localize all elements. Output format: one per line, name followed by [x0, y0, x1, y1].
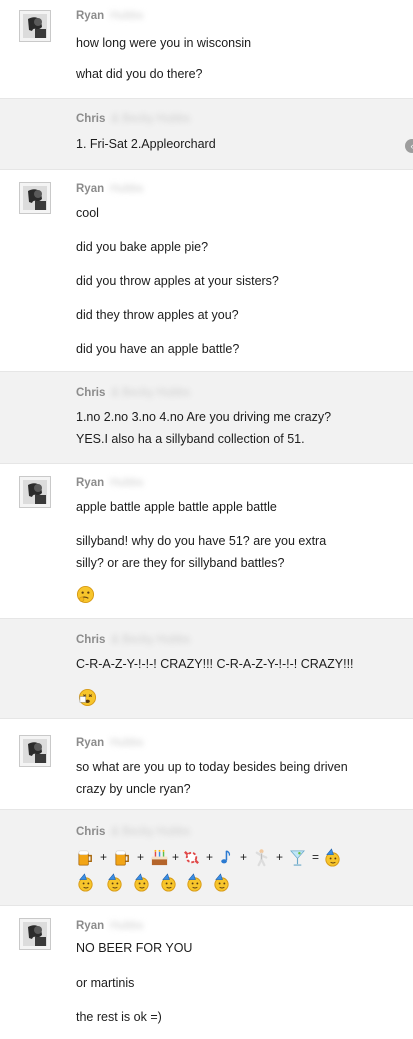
sender-surname-blurred: & Becky Hubbs — [111, 387, 191, 399]
message-ryan: Ryan Hubbs apple battle apple battle appl… — [0, 464, 413, 619]
sender-surname-blurred: Hubbs — [110, 183, 144, 195]
message-line: how long were you in wisconsin — [76, 36, 252, 50]
sender-first-name: Chris — [76, 387, 106, 399]
sender-name: Ryan Hubbs — [76, 477, 143, 489]
sender-name: Chris & Becky Hubbs — [76, 113, 190, 125]
message-line: did you throw apples at your sisters? — [76, 274, 279, 288]
message-line: the rest is ok =) — [76, 1010, 162, 1024]
sender-surname-blurred: Hubbs — [110, 477, 144, 489]
message-line: cool — [76, 206, 99, 220]
sender-name: Chris & Becky Hubbs — [76, 387, 190, 399]
party-face-icon — [132, 873, 151, 892]
sender-name: Ryan Hubbs — [76, 737, 143, 749]
sender-name: Ryan Hubbs — [76, 920, 143, 932]
plus-sign: + — [240, 850, 248, 864]
avatar[interactable] — [19, 182, 51, 214]
sender-surname-blurred: & Becky Hubbs — [111, 113, 191, 125]
sender-first-name: Ryan — [76, 183, 105, 195]
message-line: 1. Fri-Sat 2.Appleorchard — [76, 137, 216, 151]
message-line: C-R-A-Z-Y-!-!-! CRAZY!!! C-R-A-Z-Y-!-!-!… — [76, 657, 354, 671]
sender-first-name: Ryan — [76, 10, 105, 22]
message-ryan: Ryan Hubbs NO BEER FOR YOU or martinis th… — [0, 906, 413, 1039]
message-line: YES.I also ha a sillyband collection of … — [76, 432, 305, 446]
message-line: NO BEER FOR YOU — [76, 941, 193, 955]
sender-surname-blurred: & Becky Hubbs — [111, 634, 191, 646]
sender-first-name: Ryan — [76, 477, 105, 489]
party-face-icon — [323, 848, 342, 867]
avatar[interactable] — [19, 476, 51, 508]
equals-sign: = — [312, 850, 320, 864]
message-line: 1.no 2.no 3.no 4.no Are you driving me c… — [76, 410, 332, 424]
avatar[interactable] — [19, 918, 51, 950]
party-face-icon — [76, 873, 95, 892]
message-line: sillyband! why do you have 51? are you e… — [76, 534, 327, 548]
sender-first-name: Ryan — [76, 737, 105, 749]
sender-first-name: Chris — [76, 826, 106, 838]
plus-sign: + — [137, 850, 145, 864]
dancer-icon — [252, 848, 271, 867]
message-thread: Ryan Hubbs how long were you in wisconsin… — [0, 0, 413, 1039]
party-face-icon — [159, 873, 178, 892]
sender-name: Chris & Becky Hubbs — [76, 826, 190, 838]
message-line: what did you do there? — [76, 67, 203, 81]
plus-sign: + — [206, 850, 214, 864]
beer-mug-icon — [113, 848, 132, 867]
party-face-icon — [105, 873, 124, 892]
sender-surname-blurred: Hubbs — [110, 920, 144, 932]
dizzy-face-icon — [78, 688, 97, 707]
party-face-icon — [185, 873, 204, 892]
sender-name: Ryan Hubbs — [76, 10, 143, 22]
message-line: or martinis — [76, 976, 135, 990]
sender-first-name: Ryan — [76, 920, 105, 932]
scroll-indicator-icon[interactable]: ‹ — [405, 139, 413, 153]
message-chris: Chris & Becky Hubbs C-R-A-Z-Y-!-!-! CRAZY… — [0, 619, 413, 719]
message-chris: Chris & Becky Hubbs + + + + + + = — [0, 810, 413, 906]
message-line: did you bake apple pie? — [76, 240, 209, 254]
sender-surname-blurred: & Becky Hubbs — [111, 826, 191, 838]
avatar[interactable] — [19, 10, 51, 42]
sender-first-name: Chris — [76, 113, 106, 125]
message-line: crazy by uncle ryan? — [76, 782, 191, 796]
beer-mug-icon — [76, 848, 95, 867]
sender-name: Chris & Becky Hubbs — [76, 634, 190, 646]
plus-sign: + — [276, 850, 284, 864]
sender-surname-blurred: Hubbs — [110, 737, 144, 749]
sender-surname-blurred: Hubbs — [110, 10, 144, 22]
sender-name: Ryan Hubbs — [76, 183, 143, 195]
sender-first-name: Chris — [76, 634, 106, 646]
music-note-icon — [216, 848, 235, 867]
thinking-face-icon — [76, 585, 95, 604]
plus-sign: + — [100, 850, 108, 864]
message-line: silly? or are they for sillyband battles… — [76, 556, 285, 570]
party-face-icon — [212, 873, 231, 892]
cocktail-icon — [288, 848, 307, 867]
message-ryan: Ryan Hubbs cool did you bake apple pie? d… — [0, 170, 413, 372]
candy-icon — [182, 848, 201, 867]
message-line: apple battle apple battle apple battle — [76, 500, 277, 514]
birthday-cake-icon — [150, 848, 169, 867]
message-chris: Chris & Becky Hubbs 1.no 2.no 3.no 4.no A… — [0, 372, 413, 464]
message-ryan: Ryan Hubbs how long were you in wisconsin… — [0, 0, 413, 99]
plus-sign: + — [172, 850, 180, 864]
message-line: so what are you up to today besides bein… — [76, 760, 348, 774]
message-line: did they throw apples at you? — [76, 308, 239, 322]
avatar[interactable] — [19, 735, 51, 767]
message-line: did you have an apple battle? — [76, 342, 240, 356]
message-chris: Chris & Becky Hubbs 1. Fri-Sat 2.Appleorc… — [0, 99, 413, 170]
message-ryan: Ryan Hubbs so what are you up to today be… — [0, 719, 413, 810]
